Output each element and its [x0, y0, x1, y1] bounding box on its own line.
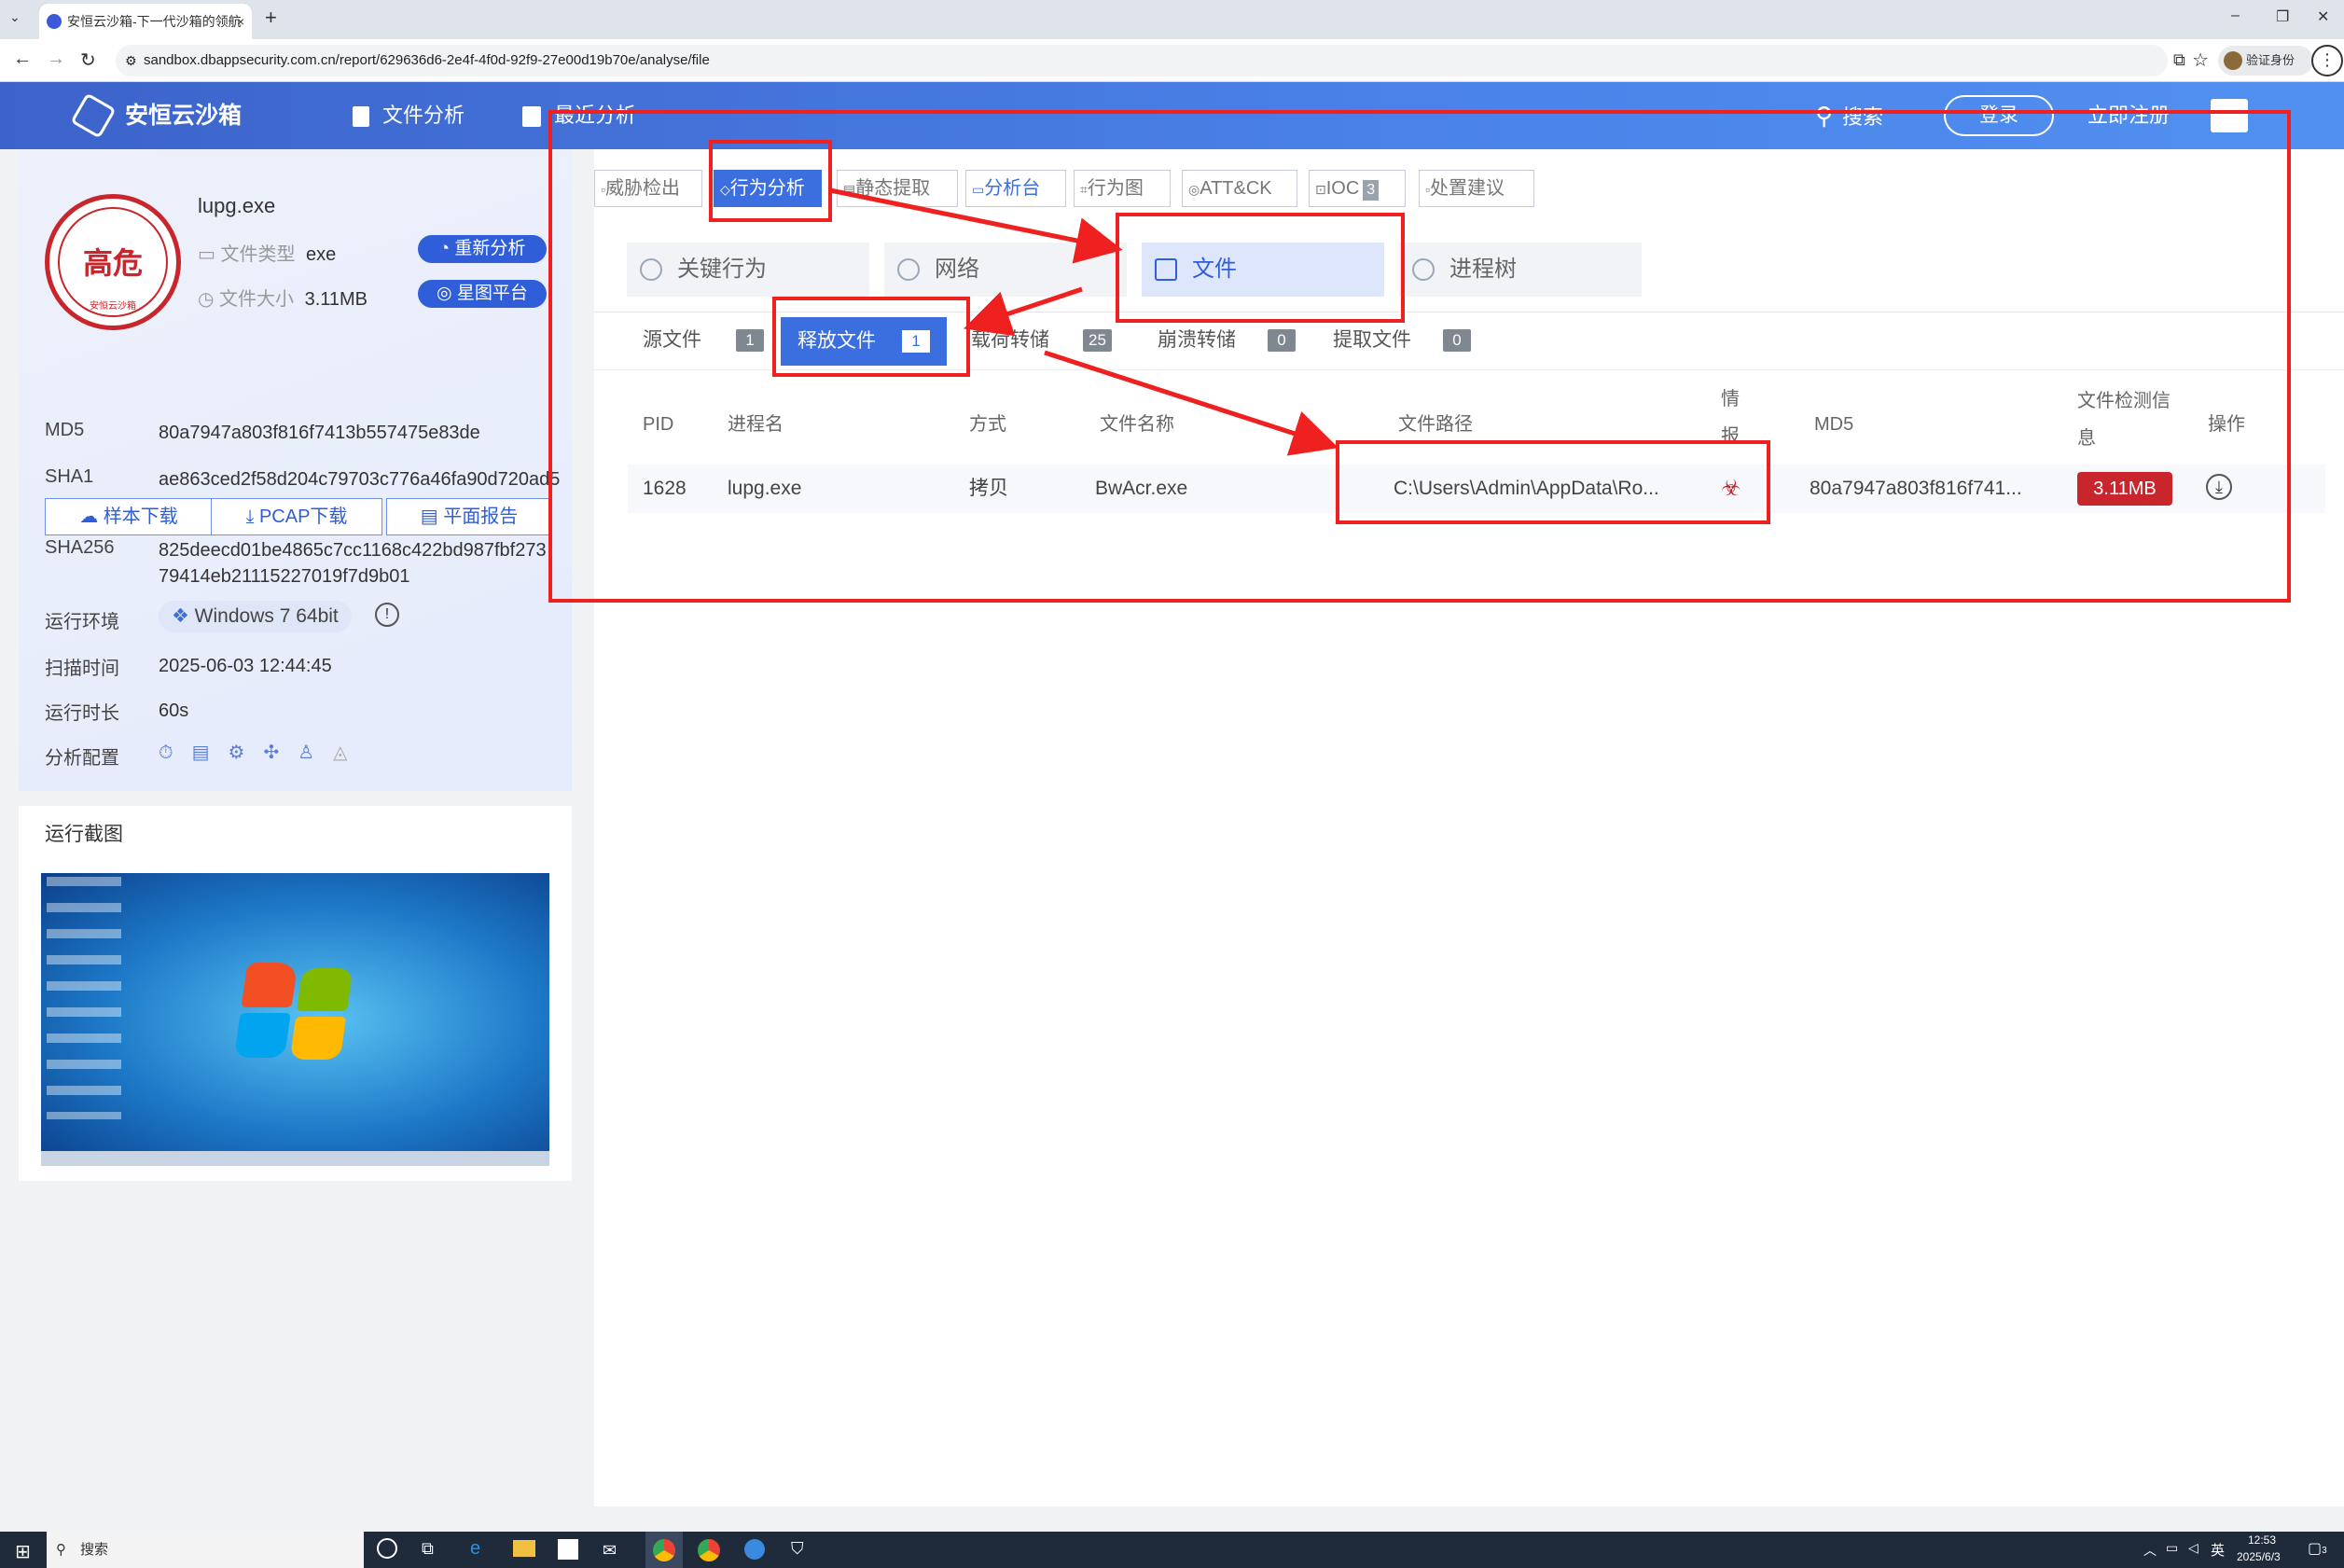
- arrow-to-file-tab: [829, 187, 1123, 264]
- clock-date[interactable]: 2025/6/3: [2237, 1550, 2281, 1563]
- edge-icon[interactable]: e: [470, 1538, 480, 1560]
- annotation-arrows: [829, 187, 1339, 456]
- taskbar-search-icon: ⚲: [56, 1542, 66, 1558]
- network-tray-icon[interactable]: ▭: [2166, 1540, 2178, 1556]
- shield-icon[interactable]: ⛉: [791, 1539, 804, 1559]
- notification-count: 3: [2322, 1546, 2327, 1556]
- chrome-active-icon[interactable]: [645, 1532, 683, 1568]
- explorer-icon[interactable]: [513, 1540, 535, 1557]
- volume-tray-icon[interactable]: ◁: [2188, 1540, 2198, 1556]
- tray-chevron-icon[interactable]: ︿: [2143, 1541, 2157, 1560]
- clock-time[interactable]: 12:53: [2248, 1533, 2276, 1547]
- taskbar-search-label: 搜索: [80, 1542, 109, 1558]
- mail-icon[interactable]: ✉: [603, 1541, 617, 1561]
- app-blue-icon[interactable]: [744, 1539, 765, 1560]
- taskbar-search-box[interactable]: ⚲ 搜索: [47, 1532, 364, 1568]
- cortana-icon[interactable]: [377, 1538, 397, 1559]
- store-icon[interactable]: [558, 1539, 578, 1560]
- windows-taskbar: ⊞ ⚲ 搜索 ⧉ e ✉ ⛉ ︿ ▭ ◁ 英 12:53 2025/6/3 ▢3: [0, 1532, 2344, 1568]
- chrome-icon[interactable]: [698, 1539, 720, 1561]
- arrow-to-released-files: [964, 286, 1083, 337]
- start-windows-icon[interactable]: ⊞: [15, 1540, 31, 1563]
- ime-language[interactable]: 英: [2211, 1540, 2225, 1560]
- notification-icon[interactable]: ▢3: [2308, 1539, 2327, 1558]
- task-view-icon[interactable]: ⧉: [422, 1539, 434, 1559]
- arrow-to-file-path: [1044, 350, 1339, 456]
